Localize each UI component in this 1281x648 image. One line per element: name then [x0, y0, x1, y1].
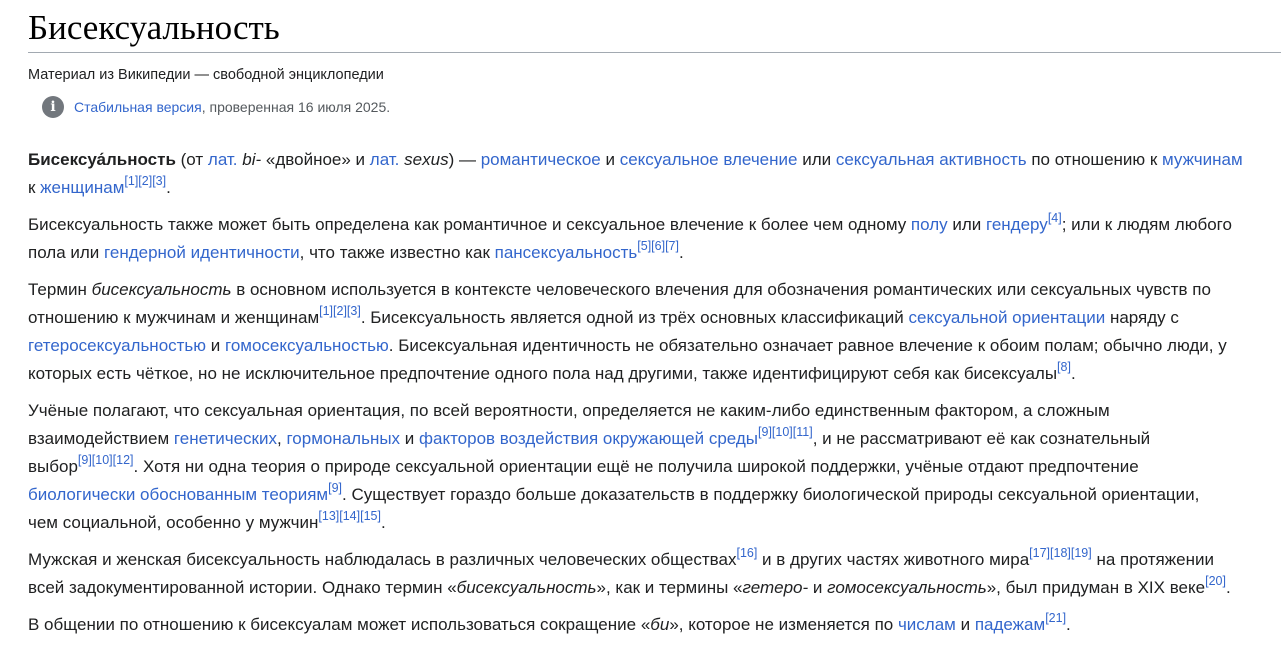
ref-17-18-19[interactable]: [17][18][19] — [1029, 546, 1092, 560]
ref-9[interactable]: [9] — [328, 481, 342, 495]
link-women[interactable]: женщинам — [40, 178, 124, 197]
link-pansexuality[interactable]: пансексуальность — [495, 243, 638, 262]
link-lat-2[interactable]: лат. — [370, 150, 400, 169]
ref-13-14-15[interactable]: [13][14][15] — [318, 509, 381, 523]
link-gender[interactable]: гендеру — [986, 215, 1048, 234]
link-biological-theories[interactable]: биологически обоснованным теориям — [28, 485, 328, 504]
info-icon: i — [42, 96, 64, 118]
page-title: Бисексуальность — [28, 4, 1281, 53]
link-romantic[interactable]: романтическое — [481, 150, 601, 169]
ref-1-2-3[interactable]: [1][2][3] — [124, 174, 166, 188]
link-hormonal[interactable]: гормональных — [286, 429, 400, 448]
paragraph-4: Учёные полагают, что сексуальная ориента… — [28, 401, 1200, 532]
link-sex[interactable]: полу — [911, 215, 948, 234]
stable-version-link[interactable]: Стабильная версия — [74, 99, 202, 115]
link-genetic[interactable]: генетических — [174, 429, 277, 448]
link-sexual-orientation[interactable]: сексуальной ориентации — [909, 308, 1106, 327]
ref-21[interactable]: [21] — [1045, 611, 1066, 625]
lead-term: Бисексуа́льность — [28, 150, 176, 169]
link-environmental-factors[interactable]: факторов воздействия окружающей среды — [419, 429, 758, 448]
ref-1-2-3[interactable]: [1][2][3] — [319, 304, 361, 318]
link-heterosexuality[interactable]: гетеросексуальностью — [28, 336, 206, 355]
ref-16[interactable]: [16] — [736, 546, 757, 560]
stable-version-notice: i Стабильная версия , проверенная 16 июл… — [42, 94, 390, 120]
paragraph-3: Термин бисексуальность в основном исполь… — [28, 280, 1227, 383]
ref-20[interactable]: [20] — [1205, 574, 1226, 588]
article-content: Бисексуа́льность (от лат. bi- «двойное» … — [28, 146, 1281, 648]
paragraph-2: Бисексуальность также может быть определ… — [28, 211, 1232, 262]
paragraph-6: В общении по отношению к бисексуалам мож… — [28, 611, 1071, 634]
ref-5-6-7[interactable]: [5][6][7] — [637, 239, 679, 253]
site-tagline: Материал из Википедии — свободной энцикл… — [28, 67, 384, 83]
link-gender-identity[interactable]: гендерной идентичности — [104, 243, 300, 262]
ref-9-10-12[interactable]: [9][10][12] — [78, 453, 134, 467]
ref-4[interactable]: [4] — [1048, 211, 1062, 225]
ref-8[interactable]: [8] — [1057, 360, 1071, 374]
paragraph-1: Бисексуа́льность (от лат. bi- «двойное» … — [28, 150, 1243, 197]
link-men[interactable]: мужчинам — [1162, 150, 1243, 169]
paragraph-5: Мужская и женская бисексуальность наблюд… — [28, 546, 1231, 597]
ref-9-10-11[interactable]: [9][10][11] — [758, 425, 813, 439]
link-lat-1[interactable]: лат. — [208, 150, 238, 169]
link-sexual-attraction[interactable]: сексуальное влечение — [620, 150, 798, 169]
link-homosexuality[interactable]: гомосексуальностью — [225, 336, 389, 355]
article-page: Бисексуальность Материал из Википедии — … — [0, 0, 1281, 641]
stable-version-date: , проверенная 16 июля 2025. — [201, 99, 391, 115]
link-cases[interactable]: падежам — [975, 615, 1045, 634]
link-sexual-activity[interactable]: сексуальная активность — [836, 150, 1027, 169]
link-numbers[interactable]: числам — [898, 615, 956, 634]
